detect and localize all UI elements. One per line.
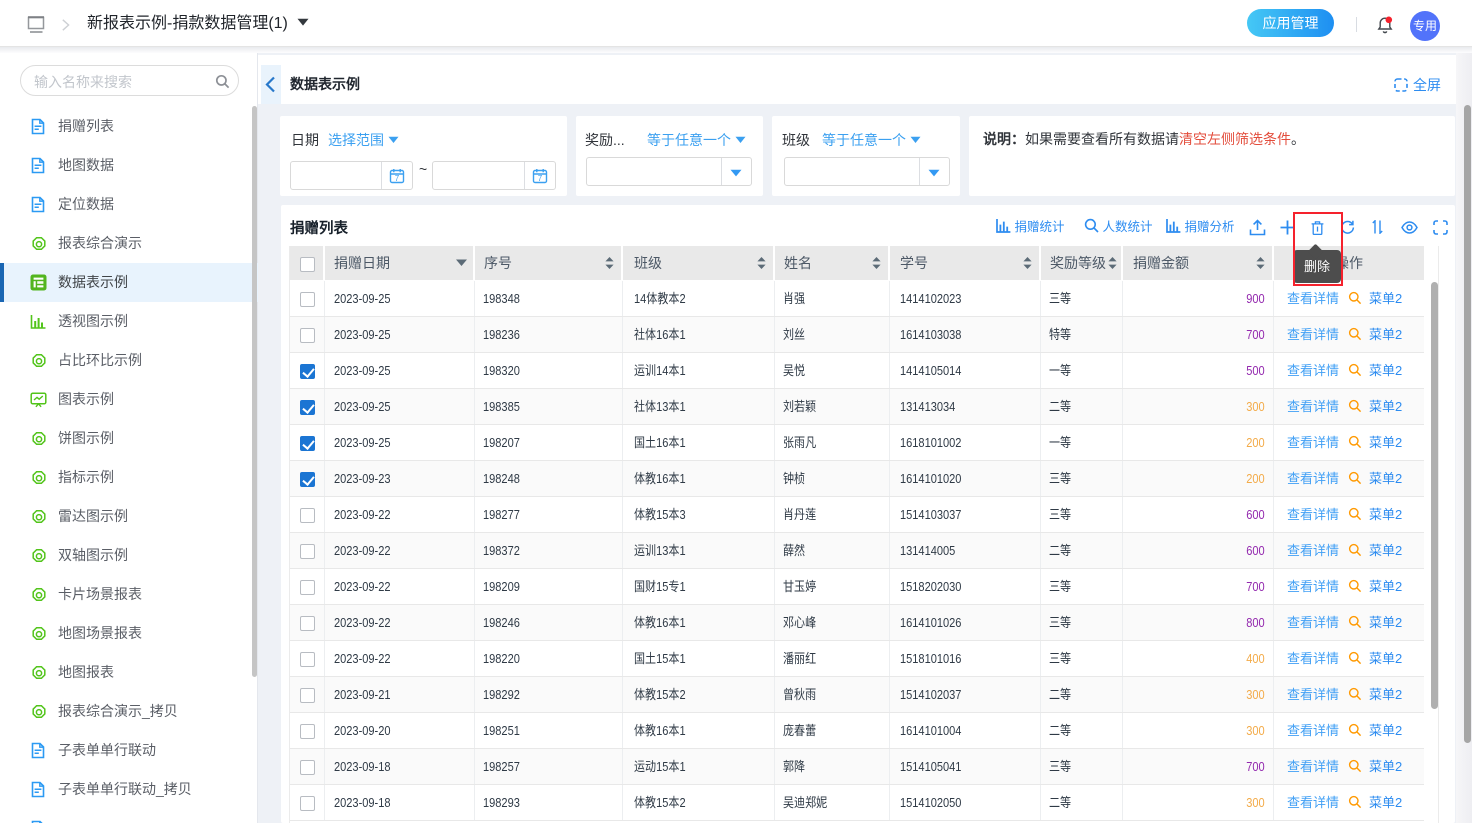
svg-text:7: 7 — [538, 174, 543, 183]
svg-text:7: 7 — [395, 174, 400, 183]
